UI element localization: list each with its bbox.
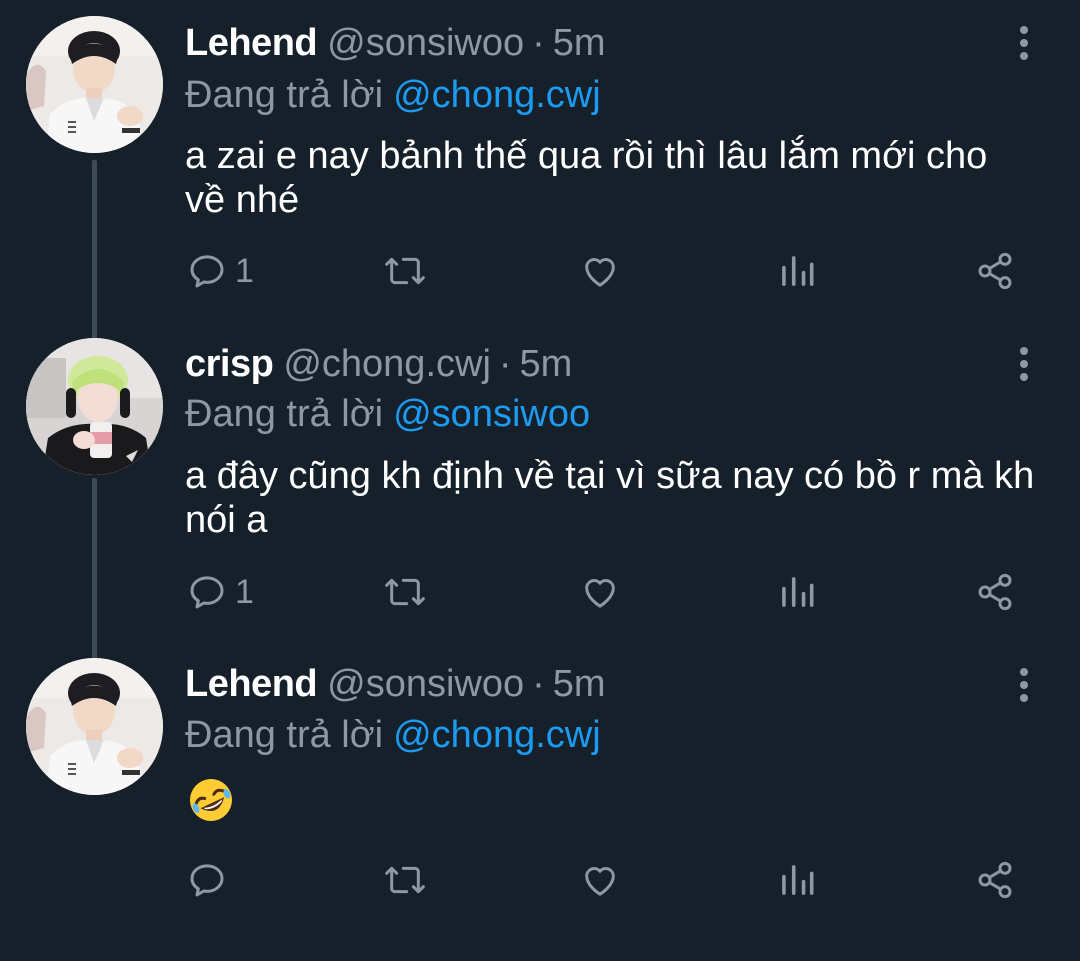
- more-vertical-icon[interactable]: [1012, 26, 1036, 66]
- retweet-button[interactable]: [383, 567, 427, 617]
- timestamp[interactable]: 5m: [553, 663, 606, 705]
- rolling-on-floor-laughing-emoji: [186, 775, 236, 825]
- share-button[interactable]: [975, 567, 1015, 617]
- replying-to-handle[interactable]: @chong.cwj: [393, 714, 601, 756]
- analytics-button[interactable]: [779, 855, 815, 905]
- tweet-actions: 1: [0, 567, 1080, 617]
- retweet-button[interactable]: [383, 246, 427, 296]
- display-name[interactable]: Lehend: [185, 663, 318, 705]
- reply-button[interactable]: 1: [187, 567, 254, 617]
- more-vertical-icon[interactable]: [1012, 668, 1036, 708]
- tweet-header: Lehend @sonsiwoo · 5m: [185, 660, 606, 710]
- tweet[interactable]: Lehend @sonsiwoo · 5m Đang trả lời @chong.cw…: [0, 0, 1080, 320]
- tweet-thread: Lehend @sonsiwoo · 5m Đang trả lời @chong.cw…: [0, 0, 1080, 915]
- analytics-icon: [782, 577, 814, 607]
- retweet-icon: [385, 866, 425, 894]
- avatar[interactable]: [26, 658, 163, 795]
- share-icon: [978, 573, 1012, 611]
- tweet[interactable]: crisp @chong.cwj · 5m Đang trả lời @sonsiwoo…: [0, 320, 1080, 640]
- analytics-icon: [782, 256, 814, 286]
- replying-to: Đang trả lời @chong.cwj: [185, 71, 601, 119]
- reply-icon: [190, 576, 224, 609]
- avatar[interactable]: [26, 16, 163, 153]
- more-vertical-icon[interactable]: [1012, 347, 1036, 387]
- like-button[interactable]: [580, 246, 620, 296]
- share-icon: [978, 861, 1012, 899]
- user-handle[interactable]: @sonsiwoo: [327, 22, 524, 64]
- separator-dot: ·: [532, 22, 545, 64]
- analytics-button[interactable]: [779, 246, 815, 296]
- user-handle[interactable]: @sonsiwoo: [327, 663, 524, 705]
- separator-dot: ·: [532, 663, 545, 705]
- replying-to-label: Đang trả lời: [185, 74, 384, 116]
- tweet-text: a zai e nay bảnh thế qua rồi thì lâu lắm…: [185, 135, 988, 221]
- like-icon: [585, 579, 615, 608]
- reply-count: 1: [235, 252, 254, 290]
- display-name[interactable]: crisp: [185, 343, 274, 385]
- like-button[interactable]: [580, 567, 620, 617]
- tweet-header: Lehend @sonsiwoo · 5m: [185, 19, 606, 69]
- reply-icon: [190, 864, 224, 897]
- tweet-actions: 1: [0, 246, 1080, 296]
- user-handle[interactable]: @chong.cwj: [283, 343, 491, 385]
- replying-to: Đang trả lời @sonsiwoo: [185, 390, 590, 438]
- like-button[interactable]: [580, 855, 620, 905]
- tweet-actions: [0, 855, 1080, 905]
- replying-to: Đang trả lời @chong.cwj: [185, 711, 601, 759]
- timestamp[interactable]: 5m: [520, 343, 573, 385]
- tweet[interactable]: Lehend @sonsiwoo · 5m Đang trả lời @chong.cw…: [0, 641, 1080, 961]
- tweet-text: a đây cũng kh định về tại vì sữa nay có …: [185, 455, 1035, 541]
- reply-count: 1: [235, 573, 254, 611]
- retweet-icon: [385, 257, 425, 285]
- share-button[interactable]: [975, 246, 1015, 296]
- reply-button[interactable]: 1: [187, 246, 254, 296]
- timestamp[interactable]: 5m: [553, 22, 606, 64]
- separator-dot: ·: [498, 343, 512, 385]
- share-icon: [978, 252, 1012, 290]
- replying-to-handle[interactable]: @sonsiwoo: [393, 393, 590, 435]
- replying-to-label: Đang trả lời: [185, 714, 384, 756]
- analytics-icon: [782, 865, 814, 895]
- retweet-button[interactable]: [383, 855, 427, 905]
- replying-to-label: Đang trả lời: [185, 393, 384, 435]
- share-button[interactable]: [975, 855, 1015, 905]
- reply-icon: [190, 255, 224, 288]
- replying-to-handle[interactable]: @chong.cwj: [393, 74, 601, 116]
- tweet-header: crisp @chong.cwj · 5m: [185, 340, 572, 390]
- like-icon: [585, 867, 615, 896]
- display-name[interactable]: Lehend: [185, 22, 318, 64]
- retweet-icon: [385, 578, 425, 606]
- analytics-button[interactable]: [779, 567, 815, 617]
- avatar[interactable]: [26, 338, 163, 475]
- reply-button[interactable]: [187, 855, 235, 905]
- like-icon: [585, 258, 615, 287]
